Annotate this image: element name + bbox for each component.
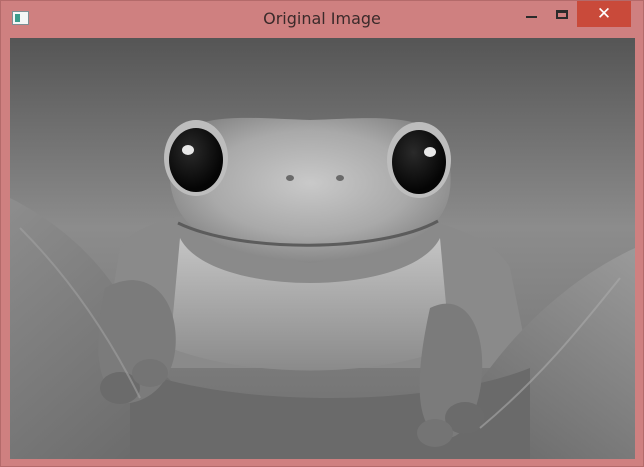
frog-image (10, 38, 635, 459)
maximize-button[interactable] (547, 1, 577, 27)
maximize-icon (556, 9, 568, 19)
image-window: Original Image ✕ (0, 0, 644, 467)
minimize-icon (525, 16, 537, 18)
minimize-button[interactable] (516, 1, 546, 27)
title-bar[interactable]: Original Image ✕ (1, 1, 643, 38)
close-icon: ✕ (596, 3, 612, 24)
image-canvas (10, 38, 635, 459)
close-button[interactable]: ✕ (577, 1, 631, 27)
